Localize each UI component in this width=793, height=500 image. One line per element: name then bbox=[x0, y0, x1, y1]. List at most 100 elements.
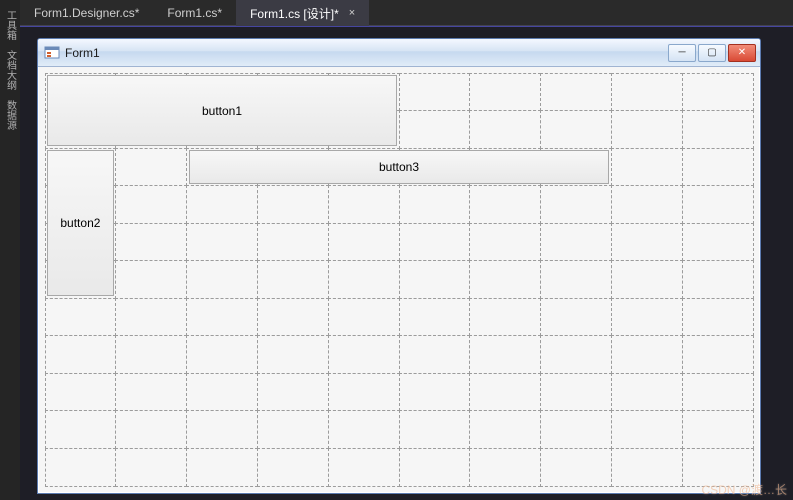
grid-cell bbox=[45, 335, 117, 374]
maximize-button[interactable]: ▢ bbox=[698, 44, 726, 62]
grid-cell bbox=[257, 335, 329, 374]
grid-cell bbox=[611, 223, 683, 262]
grid-cell bbox=[540, 260, 612, 299]
grid-cell bbox=[540, 223, 612, 262]
grid-cell bbox=[611, 448, 683, 487]
button1[interactable]: button1 bbox=[47, 75, 397, 146]
grid-cell bbox=[611, 260, 683, 299]
grid-cell bbox=[611, 148, 683, 187]
grid-cell bbox=[469, 110, 541, 149]
grid-cell bbox=[399, 448, 471, 487]
grid-cell bbox=[469, 410, 541, 449]
grid-cell bbox=[682, 223, 754, 262]
data-sources-tab[interactable]: 数据源 bbox=[1, 96, 20, 134]
grid-cell bbox=[328, 448, 400, 487]
grid-cell bbox=[186, 448, 258, 487]
grid-cell bbox=[469, 373, 541, 412]
grid-cell bbox=[399, 185, 471, 224]
grid-cell bbox=[540, 448, 612, 487]
table-layout-panel[interactable]: button1 button2 button3 bbox=[45, 73, 753, 486]
grid-cell bbox=[115, 260, 187, 299]
grid-cell bbox=[540, 185, 612, 224]
tab-label: Form1.cs* bbox=[167, 6, 222, 20]
grid-cell bbox=[540, 298, 612, 337]
grid-cell bbox=[399, 298, 471, 337]
button3[interactable]: button3 bbox=[189, 150, 610, 184]
grid-cell bbox=[469, 185, 541, 224]
grid-cell bbox=[328, 185, 400, 224]
grid-cell bbox=[186, 335, 258, 374]
grid-cell bbox=[399, 110, 471, 149]
grid-cell bbox=[328, 223, 400, 262]
grid-cell bbox=[257, 373, 329, 412]
vertical-tool-strip: 工具箱 文档大纲 数据源 bbox=[0, 0, 20, 500]
tab-form-design[interactable]: Form1.cs [设计]* × bbox=[236, 0, 369, 26]
grid-cell bbox=[257, 298, 329, 337]
grid-cell bbox=[45, 448, 117, 487]
window-titlebar[interactable]: Form1 ─ ▢ ✕ bbox=[38, 39, 760, 67]
grid-cell bbox=[682, 410, 754, 449]
document-tab-bar: Form1.Designer.cs* Form1.cs* Form1.cs [设… bbox=[20, 0, 793, 26]
grid-cell bbox=[399, 260, 471, 299]
grid-cell bbox=[611, 110, 683, 149]
document-outline-tab[interactable]: 文档大纲 bbox=[1, 46, 20, 94]
grid-cell bbox=[540, 410, 612, 449]
grid-cell bbox=[115, 448, 187, 487]
grid-cell bbox=[257, 448, 329, 487]
grid-cell bbox=[115, 410, 187, 449]
grid-cell bbox=[257, 223, 329, 262]
toolbox-tab[interactable]: 工具箱 bbox=[1, 6, 20, 44]
grid-cell bbox=[469, 335, 541, 374]
grid-cell bbox=[328, 260, 400, 299]
grid-cell bbox=[45, 373, 117, 412]
grid-cell bbox=[257, 185, 329, 224]
grid-cell bbox=[328, 335, 400, 374]
app-icon bbox=[44, 45, 60, 61]
grid-cell bbox=[469, 223, 541, 262]
grid-cell bbox=[399, 73, 471, 112]
tab-form-cs[interactable]: Form1.cs* bbox=[153, 0, 236, 26]
grid-cell bbox=[469, 73, 541, 112]
tab-label: Form1.Designer.cs* bbox=[34, 6, 139, 20]
grid-cell bbox=[399, 223, 471, 262]
grid-cell bbox=[45, 298, 117, 337]
grid-cell bbox=[115, 185, 187, 224]
grid-cell bbox=[682, 185, 754, 224]
grid-cell bbox=[115, 223, 187, 262]
grid-cell bbox=[611, 373, 683, 412]
close-button[interactable]: ✕ bbox=[728, 44, 756, 62]
grid-cell bbox=[186, 410, 258, 449]
tab-label: Form1.cs [设计]* bbox=[250, 5, 339, 22]
winforms-window[interactable]: Form1 ─ ▢ ✕ bbox=[38, 39, 760, 493]
grid-cell bbox=[399, 410, 471, 449]
grid-cell bbox=[328, 373, 400, 412]
grid-cell bbox=[540, 73, 612, 112]
window-title: Form1 bbox=[65, 46, 100, 60]
grid-cell bbox=[611, 335, 683, 374]
close-icon[interactable]: × bbox=[349, 8, 355, 19]
grid-cell bbox=[540, 110, 612, 149]
tab-designer-cs[interactable]: Form1.Designer.cs* bbox=[20, 0, 153, 26]
grid-cell bbox=[469, 260, 541, 299]
grid-cell bbox=[399, 373, 471, 412]
grid-cell bbox=[682, 110, 754, 149]
grid-cell bbox=[186, 298, 258, 337]
grid-cell bbox=[682, 73, 754, 112]
button2[interactable]: button2 bbox=[47, 150, 114, 296]
grid-cell bbox=[540, 373, 612, 412]
grid-cell bbox=[186, 260, 258, 299]
grid-cell bbox=[611, 185, 683, 224]
grid-cell bbox=[611, 73, 683, 112]
grid-cell bbox=[611, 298, 683, 337]
grid-cell bbox=[186, 185, 258, 224]
form-client-area[interactable]: button1 button2 button3 bbox=[39, 67, 759, 492]
grid-cell bbox=[328, 410, 400, 449]
grid-cell bbox=[328, 298, 400, 337]
grid-cell bbox=[186, 373, 258, 412]
grid-cell bbox=[115, 298, 187, 337]
minimize-button[interactable]: ─ bbox=[668, 44, 696, 62]
grid-cell bbox=[115, 335, 187, 374]
grid-cell bbox=[257, 260, 329, 299]
grid-cell bbox=[682, 448, 754, 487]
grid-cell bbox=[540, 335, 612, 374]
